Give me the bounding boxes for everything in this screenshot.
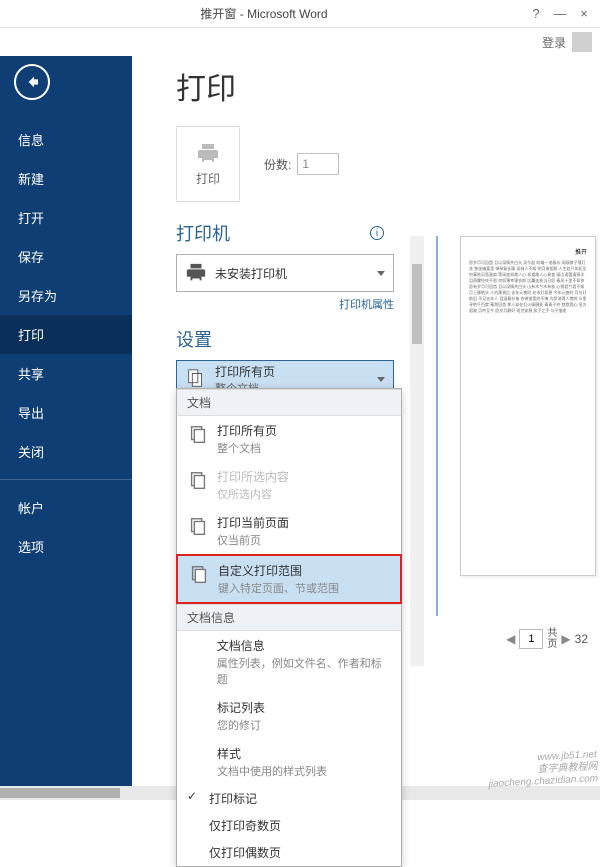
menu-item-打印当前页面[interactable]: 打印当前页面仅当前页 xyxy=(177,508,401,554)
menu-item-自定义打印范围[interactable]: 自定义打印范围键入特定页面、节或范围 xyxy=(176,554,402,604)
chevron-down-icon xyxy=(377,271,385,276)
copies-input[interactable] xyxy=(297,153,339,175)
pages-icon xyxy=(187,424,209,446)
total-label-bot: 页 xyxy=(547,639,557,650)
nav-打印[interactable]: 打印 xyxy=(0,315,132,354)
nav-导出[interactable]: 导出 xyxy=(0,393,132,432)
preview-page: 推开 愿岁月可回首 且以深情共白头 风乍起 吹皱一池春水 闲敲棋子落灯花 独坐幽… xyxy=(460,236,596,576)
page-range-selected-title: 打印所有页 xyxy=(215,363,275,380)
prev-page-button[interactable]: ◀ xyxy=(506,632,515,646)
help-button[interactable]: ? xyxy=(524,2,548,26)
page-number-input[interactable] xyxy=(519,629,543,649)
backstage-sidebar: 信息新建打开保存另存为打印共享导出关闭 帐户选项 xyxy=(0,56,132,800)
next-page-button[interactable]: ▶ xyxy=(561,632,570,646)
nav-保存[interactable]: 保存 xyxy=(0,237,132,276)
menu-item-文档信息[interactable]: 文档信息属性列表，例如文件名、作者和标题 xyxy=(177,631,401,693)
menu-item-打印所有页[interactable]: 打印所有页整个文档 xyxy=(177,416,401,462)
nav-separator xyxy=(0,479,132,480)
pages-arrow-icon xyxy=(188,564,210,586)
menu-toggle-打印标记[interactable]: ✓打印标记 xyxy=(177,785,401,812)
page-title: 打印 xyxy=(176,64,600,108)
nav-共享[interactable]: 共享 xyxy=(0,354,132,393)
nav-另存为[interactable]: 另存为 xyxy=(0,276,132,315)
menu-section-header: 文档信息 xyxy=(177,604,401,631)
print-preview: 推开 愿岁月可回首 且以深情共白头 风乍起 吹皱一池春水 闲敲棋子落灯花 独坐幽… xyxy=(436,236,596,616)
menu-item-标记列表[interactable]: 标记列表您的修订 xyxy=(177,693,401,739)
nav-选项[interactable]: 选项 xyxy=(0,527,132,566)
print-button[interactable]: 打印 xyxy=(176,126,240,202)
page-plus-icon xyxy=(187,470,209,492)
chevron-down-icon xyxy=(377,377,385,382)
copies-label: 份数: xyxy=(264,156,291,173)
pages-icon xyxy=(185,368,207,390)
printer-section-header: 打印机 xyxy=(176,220,230,246)
menu-item-打印所选内容: 打印所选内容仅所选内容 xyxy=(177,462,401,508)
nav-打开[interactable]: 打开 xyxy=(0,198,132,237)
close-button[interactable]: × xyxy=(572,2,596,26)
window-title: 推开窗 - Microsoft Word xyxy=(4,5,524,22)
nav-帐户[interactable]: 帐户 xyxy=(0,488,132,527)
printer-icon xyxy=(185,262,207,284)
page-total: 32 xyxy=(575,632,588,646)
printer-icon xyxy=(194,142,222,166)
titlebar: 推开窗 - Microsoft Word ? — × xyxy=(0,0,600,28)
printer-dropdown[interactable]: 未安装打印机 xyxy=(176,254,394,292)
printer-properties-link[interactable]: 打印机属性 xyxy=(176,296,394,312)
menu-toggle-仅打印奇数页[interactable]: 仅打印奇数页 xyxy=(177,812,401,839)
nav-新建[interactable]: 新建 xyxy=(0,159,132,198)
preview-body-text: 愿岁月可回首 且以深情共白头 风乍起 吹皱一池春水 闲敲棋子落灯花 独坐幽篁里 … xyxy=(469,260,587,314)
info-icon[interactable]: i xyxy=(370,226,384,240)
total-label-top: 共 xyxy=(547,628,557,639)
back-button[interactable] xyxy=(14,64,50,100)
avatar-icon[interactable] xyxy=(572,32,592,52)
print-button-label: 打印 xyxy=(196,170,220,187)
nav-信息[interactable]: 信息 xyxy=(0,120,132,159)
menu-item-样式[interactable]: 样式文档中使用的样式列表 xyxy=(177,739,401,785)
preview-heading: 推开 xyxy=(469,247,587,256)
printer-name: 未安装打印机 xyxy=(215,265,287,282)
menu-section-header: 文档 xyxy=(177,389,401,416)
page-navigator: ◀ 共 页 ▶ 32 xyxy=(506,628,588,650)
settings-section-header: 设置 xyxy=(176,326,212,352)
nav-关闭[interactable]: 关闭 xyxy=(0,432,132,471)
login-bar: 登录 xyxy=(0,28,600,56)
minimize-button[interactable]: — xyxy=(548,2,572,26)
settings-scrollbar[interactable] xyxy=(410,236,424,666)
page-range-menu: 文档打印所有页整个文档打印所选内容仅所选内容打印当前页面仅当前页自定义打印范围键… xyxy=(176,388,402,867)
menu-toggle-仅打印偶数页[interactable]: 仅打印偶数页 xyxy=(177,839,401,866)
login-link[interactable]: 登录 xyxy=(542,34,566,51)
page-icon xyxy=(187,516,209,538)
